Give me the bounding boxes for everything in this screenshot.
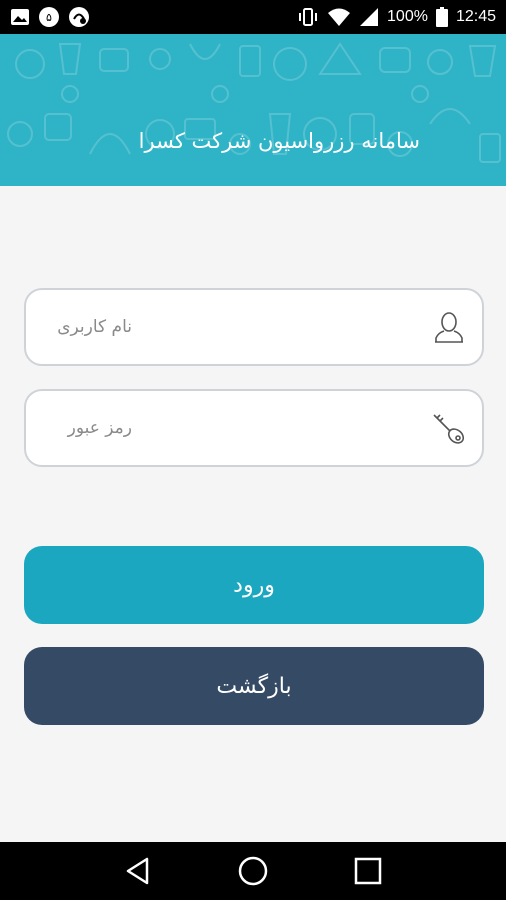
app-icon: [68, 6, 90, 28]
key-icon: [432, 411, 466, 445]
page-title: سامانه رزرواسیون شرکت کسرا: [138, 129, 420, 153]
username-field[interactable]: [24, 288, 484, 366]
battery-percent: 100%: [387, 8, 428, 25]
signal-icon: [359, 7, 379, 27]
password-input[interactable]: [44, 418, 132, 438]
recents-square-icon[interactable]: [348, 851, 388, 891]
username-input[interactable]: [44, 317, 132, 337]
battery-icon: [435, 7, 448, 27]
app-header: سامانه رزرواسیون شرکت کسرا: [0, 34, 506, 186]
home-circle-icon[interactable]: [233, 851, 273, 891]
back-triangle-icon[interactable]: [118, 851, 158, 891]
status-bar: ۵ 100% 12:45: [0, 0, 506, 34]
back-button[interactable]: بازگشت: [24, 647, 484, 725]
system-nav-bar: [0, 842, 506, 900]
vibrate-icon: [297, 7, 319, 27]
wifi-icon: [327, 7, 351, 27]
user-icon: [432, 310, 466, 344]
status-left: ۵: [10, 6, 90, 28]
svg-text:۵: ۵: [46, 11, 52, 24]
login-button[interactable]: ورود: [24, 546, 484, 624]
image-icon: [10, 8, 30, 26]
vpn-icon: ۵: [38, 6, 60, 28]
food-pattern-background: [7, 42, 501, 163]
clock: 12:45: [455, 8, 496, 25]
status-right: 100% 12:45: [297, 7, 496, 27]
password-field[interactable]: [24, 389, 484, 467]
